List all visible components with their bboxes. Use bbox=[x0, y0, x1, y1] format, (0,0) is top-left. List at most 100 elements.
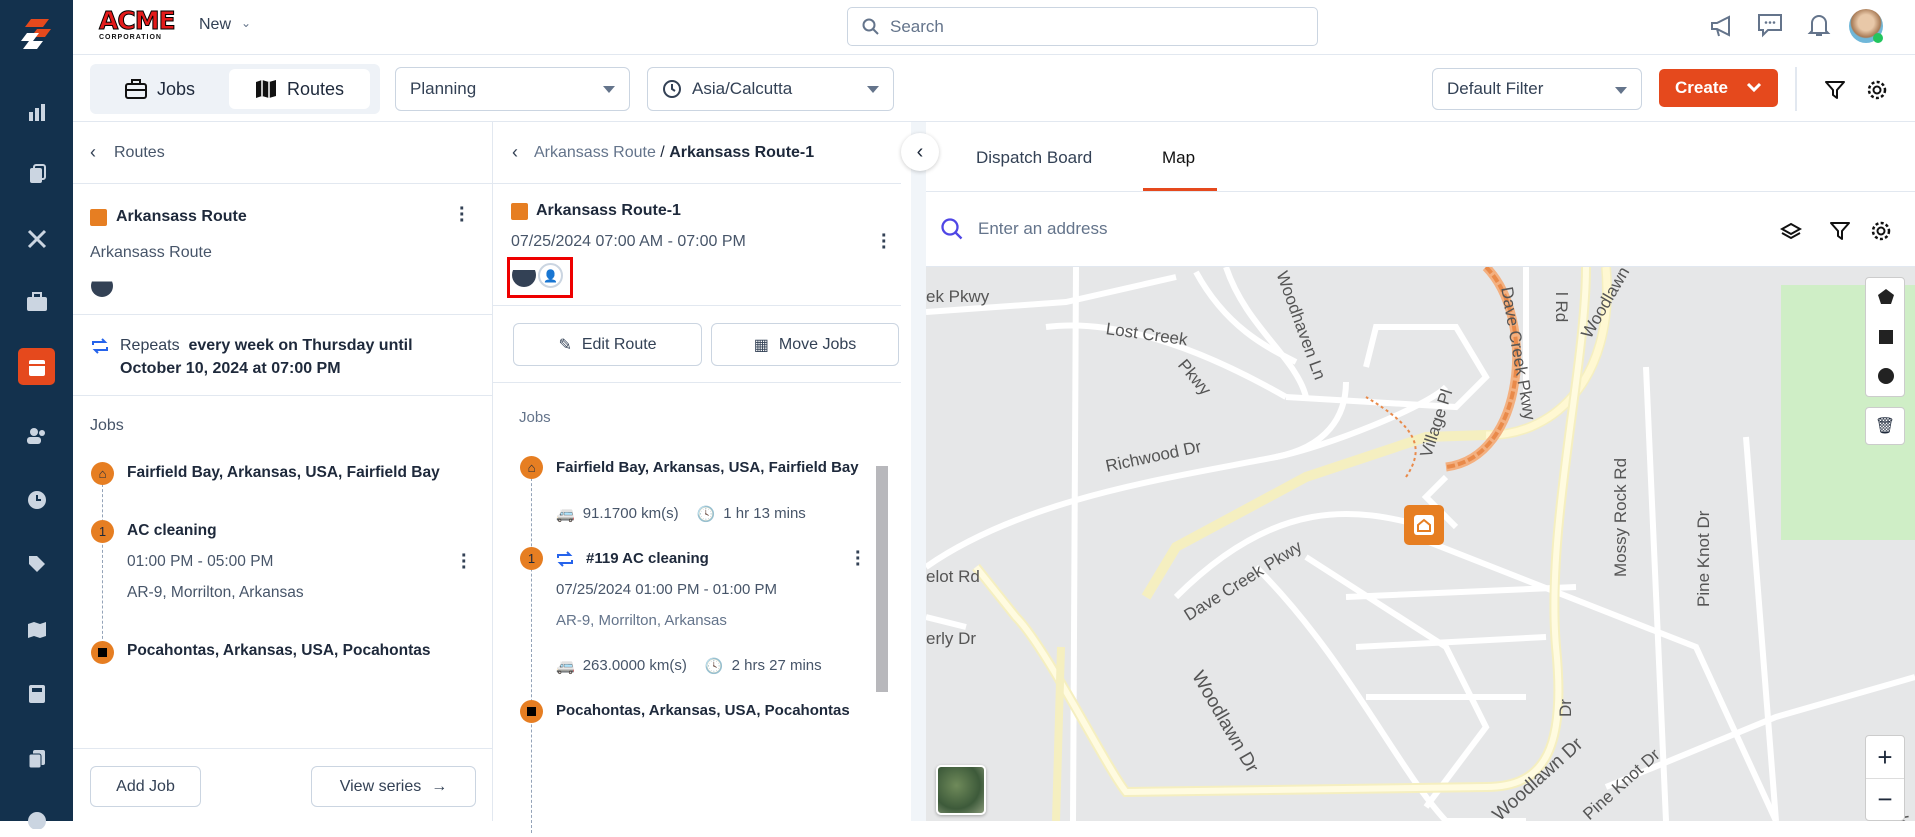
polygon-tool-icon[interactable] bbox=[1877, 288, 1895, 306]
start-marker-home-icon: ⌂ bbox=[91, 462, 114, 485]
move-jobs-button[interactable]: ▦ Move Jobs bbox=[711, 323, 899, 366]
map-settings-gear-icon[interactable] bbox=[1870, 220, 1892, 242]
megaphone-icon[interactable] bbox=[1709, 13, 1735, 39]
clock-icon bbox=[663, 80, 681, 98]
leg-1-duration: 1 hr 13 mins bbox=[723, 505, 806, 522]
clock-icon: 🕓 bbox=[704, 658, 724, 675]
more-options-icon[interactable]: · · · bbox=[459, 199, 466, 231]
sidebar-item-reports[interactable] bbox=[18, 93, 55, 130]
satellite-view-toggle[interactable] bbox=[936, 765, 986, 815]
search-placeholder: Search bbox=[890, 16, 944, 36]
planning-select[interactable]: Planning bbox=[395, 67, 630, 111]
edit-route-label: Edit Route bbox=[581, 335, 657, 353]
route-color-swatch bbox=[90, 209, 107, 226]
job-end-title[interactable]: Pocahontas, Arkansas, USA, Pocahontas bbox=[127, 642, 431, 660]
toolbar-divider bbox=[1795, 67, 1797, 111]
sidebar-item-documents[interactable] bbox=[18, 740, 55, 777]
add-job-button[interactable]: Add Job bbox=[90, 766, 201, 807]
timezone-select[interactable]: Asia/Calcutta bbox=[647, 67, 894, 111]
jobs-heading: Jobs bbox=[519, 409, 551, 426]
sidebar-item-charts[interactable] bbox=[18, 800, 55, 837]
route-datetime: 07/25/2024 07:00 AM - 07:00 PM bbox=[511, 233, 746, 250]
add-job-label: Add Job bbox=[116, 777, 175, 795]
job-address: AR-9, Morrilton, Arkansas bbox=[127, 584, 304, 601]
route-series-panel: ‹ Routes Arkansass Route · · · Arkansass R… bbox=[73, 122, 493, 821]
back-to-routes[interactable]: ‹ Routes bbox=[90, 142, 165, 163]
repeat-icon bbox=[557, 551, 573, 567]
start-location[interactable]: Fairfield Bay, Arkansas, USA, Fairfield … bbox=[556, 459, 859, 476]
end-marker-stop-icon bbox=[520, 700, 543, 723]
new-label: New bbox=[199, 16, 232, 33]
tab-routes[interactable]: Routes bbox=[229, 69, 370, 109]
map-label: elot Rd bbox=[926, 567, 980, 586]
technician-avatar[interactable] bbox=[91, 275, 113, 297]
filter-icon[interactable] bbox=[1825, 80, 1845, 100]
caret-down-icon bbox=[1615, 87, 1627, 94]
technician-avatar[interactable] bbox=[512, 263, 536, 287]
sidebar-item-jobs[interactable] bbox=[18, 283, 55, 320]
app-logo-icon[interactable] bbox=[18, 14, 55, 51]
planning-select-value: Planning bbox=[410, 79, 477, 98]
zoom-controls: + − bbox=[1865, 735, 1905, 821]
bell-icon[interactable] bbox=[1807, 12, 1831, 38]
sidebar-item-team[interactable] bbox=[18, 417, 55, 454]
tab-map[interactable]: Map bbox=[1162, 148, 1195, 168]
address-input[interactable]: Enter an address bbox=[978, 219, 1107, 239]
search-icon bbox=[862, 18, 879, 35]
route-more-options-icon[interactable]: · · · bbox=[881, 226, 888, 258]
job-datetime: 07/25/2024 01:00 PM - 01:00 PM bbox=[556, 581, 777, 598]
search-input[interactable]: Search bbox=[847, 7, 1318, 46]
tab-dispatch-board[interactable]: Dispatch Board bbox=[976, 148, 1092, 168]
chevron-left-icon[interactable]: ‹ bbox=[512, 142, 518, 163]
job-more-options-icon[interactable]: · · · bbox=[461, 546, 468, 578]
job-title[interactable]: AC cleaning bbox=[127, 522, 217, 540]
map-filter-icon[interactable] bbox=[1830, 221, 1850, 241]
sidebar-item-tags[interactable] bbox=[18, 545, 55, 582]
breadcrumb-current: Arkansass Route-1 bbox=[669, 143, 815, 161]
sidebar-item-timesheet[interactable] bbox=[18, 481, 55, 518]
edit-route-button[interactable]: ✎ Edit Route bbox=[513, 323, 702, 366]
new-dropdown[interactable]: New ⌄ bbox=[199, 16, 251, 34]
map-canvas[interactable]: ek Pkwy Lost Creek Pkwy Woodhaven Ln Dav… bbox=[926, 267, 1915, 821]
start-location-map-marker[interactable] bbox=[1404, 505, 1444, 545]
end-location[interactable]: Pocahontas, Arkansas, USA, Pocahontas bbox=[556, 702, 850, 719]
route-subtitle: Arkansass Route bbox=[90, 244, 212, 261]
zoom-out-button[interactable]: − bbox=[1866, 779, 1904, 820]
create-button[interactable]: Create bbox=[1659, 69, 1778, 107]
scrollbar-thumb[interactable] bbox=[876, 466, 888, 692]
sidebar-item-map[interactable] bbox=[18, 611, 55, 648]
assign-technician-icon[interactable]: 👤 bbox=[538, 263, 563, 288]
arrow-right-icon: → bbox=[431, 777, 448, 795]
tab-jobs[interactable]: Jobs bbox=[95, 69, 225, 109]
sidebar-item-tools[interactable] bbox=[18, 220, 55, 257]
leg-1-distance: 91.1700 km(s) bbox=[582, 505, 679, 522]
job-start-title[interactable]: Fairfield Bay, Arkansas, USA, Fairfield … bbox=[127, 464, 440, 482]
job-more-options-icon[interactable]: · · · bbox=[855, 543, 862, 575]
chevron-left-icon: ‹ bbox=[90, 142, 96, 162]
back-label: Routes bbox=[114, 143, 165, 161]
breadcrumb-parent[interactable]: Arkansass Route bbox=[534, 144, 656, 161]
sidebar-item-calculator[interactable] bbox=[18, 675, 55, 712]
job-marker: 1 bbox=[91, 520, 114, 543]
view-series-button[interactable]: View series → bbox=[311, 766, 476, 807]
collapse-panel-button[interactable]: ‹ bbox=[901, 133, 939, 171]
leg-2-distance: 263.0000 km(s) bbox=[582, 657, 687, 674]
leg-1-info: 🚐 91.1700 km(s) 🕓 1 hr 13 mins bbox=[556, 505, 806, 523]
sidebar-item-calendar[interactable] bbox=[18, 348, 55, 385]
zoom-in-button[interactable]: + bbox=[1866, 736, 1904, 779]
circle-tool-icon[interactable] bbox=[1878, 368, 1894, 384]
job-title[interactable]: #119 AC cleaning bbox=[586, 550, 709, 567]
sidebar-item-tasks[interactable] bbox=[18, 155, 55, 192]
settings-gear-icon[interactable] bbox=[1866, 79, 1888, 101]
leg-2-duration: 2 hrs 27 mins bbox=[731, 657, 822, 674]
draw-tools bbox=[1865, 277, 1905, 397]
filter-select[interactable]: Default Filter bbox=[1432, 68, 1642, 110]
map-icon bbox=[255, 80, 276, 98]
layers-icon[interactable] bbox=[1780, 222, 1802, 240]
route-detail-panel: ‹ Arkansass Route / Arkansass Route-1 ‹ … bbox=[493, 122, 939, 833]
delete-shape-button[interactable]: 🗑 bbox=[1865, 407, 1905, 445]
brand-logo[interactable]: ACME CORPORATION bbox=[99, 7, 177, 44]
rectangle-tool-icon[interactable] bbox=[1879, 330, 1893, 344]
panel-gutter bbox=[911, 122, 926, 821]
chat-icon[interactable] bbox=[1756, 12, 1784, 38]
